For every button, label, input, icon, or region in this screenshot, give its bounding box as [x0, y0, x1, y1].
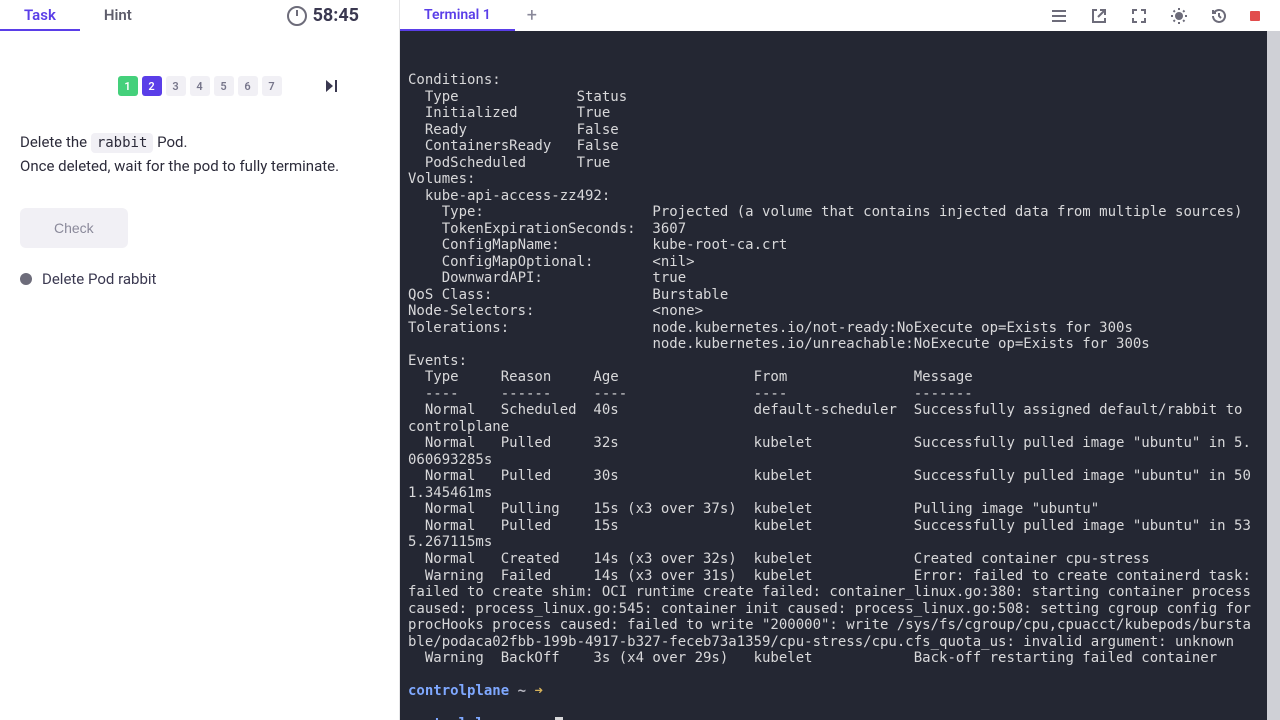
terminal-panel: Terminal 1 + Conditions: Type [400, 0, 1280, 720]
theme-toggle-icon[interactable] [1170, 7, 1188, 25]
step-2[interactable]: 2 [142, 76, 162, 96]
prompt-arrow: ➜ [534, 683, 542, 699]
open-external-icon[interactable] [1090, 7, 1108, 25]
instruction-code: rabbit [91, 133, 154, 153]
prompt-path: ~ [518, 716, 526, 720]
tab-hint[interactable]: Hint [80, 0, 156, 31]
menu-icon[interactable] [1050, 7, 1068, 25]
timer-icon [287, 6, 307, 26]
timer-value: 58:45 [313, 5, 359, 26]
instruction-text: Delete the [20, 133, 91, 151]
add-terminal-tab[interactable]: + [515, 5, 549, 26]
fullscreen-icon[interactable] [1130, 7, 1148, 25]
tab-task[interactable]: Task [0, 0, 80, 31]
prompt-host: controlplane [408, 683, 509, 699]
prompt-path: ~ [518, 683, 526, 699]
stop-icon[interactable] [1250, 11, 1260, 21]
terminal-cursor [555, 717, 563, 720]
check-button[interactable]: Check [20, 208, 128, 248]
terminal-text: Conditions: Type Status Initialized True… [408, 72, 1259, 666]
timer: 58:45 [287, 5, 399, 26]
step-4[interactable]: 4 [190, 76, 210, 96]
step-7[interactable]: 7 [262, 76, 282, 96]
step-6[interactable]: 6 [238, 76, 258, 96]
history-icon[interactable] [1210, 7, 1228, 25]
terminal-tab-1[interactable]: Terminal 1 [400, 0, 515, 31]
instruction-text-post: Pod. [153, 133, 187, 151]
task-panel: Task Hint 58:45 1 2 3 4 5 6 7 Delete the… [0, 0, 400, 720]
skip-to-end-icon[interactable] [323, 78, 339, 94]
prompt-host: controlplane [408, 716, 509, 720]
terminal-tab-bar: Terminal 1 + [400, 0, 1280, 31]
terminal-actions [1050, 7, 1280, 25]
task-body: 1 2 3 4 5 6 7 Delete the rabbit Pod. Onc… [0, 31, 399, 720]
left-tab-bar: Task Hint 58:45 [0, 0, 399, 31]
prompt-arrow: ➜ [534, 716, 542, 720]
task-instructions: Delete the rabbit Pod. Once deleted, wai… [20, 131, 379, 178]
terminal-scrollbar[interactable] [1267, 31, 1280, 720]
terminal-output[interactable]: Conditions: Type Status Initialized True… [400, 31, 1280, 720]
todo-label: Delete Pod rabbit [42, 270, 156, 288]
step-5[interactable]: 5 [214, 76, 234, 96]
todo-status-icon [20, 273, 32, 285]
step-3[interactable]: 3 [166, 76, 186, 96]
instruction-line2: Once deleted, wait for the pod to fully … [20, 157, 339, 175]
step-1[interactable]: 1 [118, 76, 138, 96]
step-indicator: 1 2 3 4 5 6 7 [20, 76, 379, 96]
todo-item: Delete Pod rabbit [20, 270, 379, 288]
